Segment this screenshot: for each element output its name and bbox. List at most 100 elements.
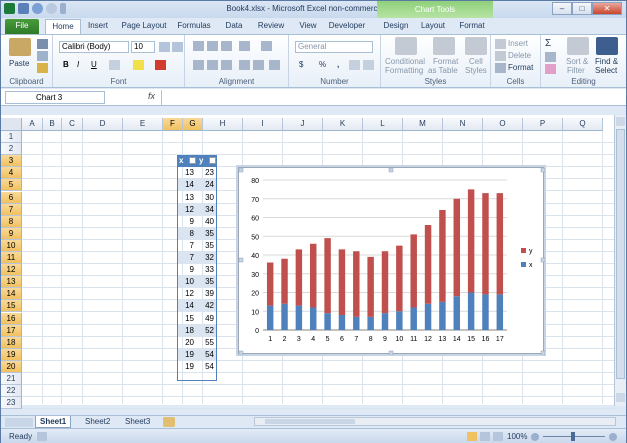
row-header-14[interactable]: 14 [1, 288, 22, 300]
delete-cells-button[interactable]: Delete [508, 51, 531, 60]
sort-filter-icon[interactable] [567, 37, 589, 55]
row-header-2[interactable]: 2 [1, 143, 22, 155]
tab-home[interactable]: Home [45, 19, 81, 34]
row-header-16[interactable]: 16 [1, 313, 22, 325]
tab-data[interactable]: Data [221, 19, 247, 34]
copy-icon[interactable] [37, 51, 48, 61]
align-bottom-icon[interactable] [221, 41, 232, 51]
column-header-d[interactable]: D [83, 118, 123, 131]
row-header-8[interactable]: 8 [1, 216, 22, 228]
decrease-indent-icon[interactable] [239, 60, 250, 70]
sheet-tab-sheet2[interactable]: Sheet2 [81, 416, 114, 428]
cell-styles-icon[interactable] [465, 37, 487, 55]
normal-view-icon[interactable] [467, 432, 477, 441]
insert-function-button[interactable]: fx [148, 91, 155, 101]
font-name-select[interactable]: Calibri (Body) [59, 41, 129, 53]
tab-design[interactable]: Design [381, 19, 411, 34]
row-header-3[interactable]: 3 [1, 155, 22, 167]
find-select-label-1[interactable]: Find & [595, 57, 618, 66]
column-header-f[interactable]: F [163, 118, 183, 131]
row-header-15[interactable]: 15 [1, 300, 22, 312]
chart-3[interactable]: 0 10 20 30 40 50 60 70 80 1 2 3 4 5 6 7 8 9 10 11 12 13 14 15 16… [238, 167, 546, 356]
format-painter-icon[interactable] [37, 63, 48, 73]
zoom-slider-handle[interactable] [571, 432, 575, 441]
row-header-7[interactable]: 7 [1, 204, 22, 216]
italic-button[interactable]: I [77, 60, 79, 69]
zoom-level[interactable]: 100% [507, 432, 527, 441]
sort-filter-label-1[interactable]: Sort & [566, 57, 588, 66]
row-header-21[interactable]: 21 [1, 373, 22, 385]
row-header-1[interactable]: 1 [1, 131, 22, 143]
tab-review[interactable]: Review [255, 19, 287, 34]
macro-recording-icon[interactable] [37, 432, 47, 441]
sort-filter-label-2[interactable]: Filter [567, 66, 585, 75]
percent-button[interactable]: % [319, 60, 326, 69]
format-as-table-label-1[interactable]: Format [433, 57, 458, 66]
row-header-11[interactable]: 11 [1, 252, 22, 264]
tab-insert[interactable]: Insert [83, 19, 113, 34]
column-header-i[interactable]: I [243, 118, 283, 131]
zoom-out-icon[interactable] [531, 433, 539, 441]
align-top-icon[interactable] [193, 41, 204, 51]
column-header-o[interactable]: O [483, 118, 523, 131]
row-header-13[interactable]: 13 [1, 276, 22, 288]
insert-cells-icon[interactable] [495, 39, 506, 49]
column-header-c[interactable]: C [62, 118, 83, 131]
column-header-l[interactable]: L [363, 118, 403, 131]
merge-center-icon[interactable] [269, 60, 280, 70]
vertical-scrollbar[interactable] [614, 115, 626, 406]
align-middle-icon[interactable] [207, 41, 218, 51]
sheet-nav-arrows-icon[interactable] [5, 418, 33, 427]
column-header-g[interactable]: G [183, 118, 203, 131]
horizontal-scrollbar[interactable] [254, 417, 616, 426]
column-header-h[interactable]: H [203, 118, 243, 131]
cell-styles-label-1[interactable]: Cell [469, 57, 483, 66]
scroll-down-icon[interactable] [616, 393, 625, 402]
paste-button[interactable]: Paste [9, 59, 29, 68]
row-header-19[interactable]: 19 [1, 349, 22, 361]
column-header-p[interactable]: P [523, 118, 563, 131]
paste-icon[interactable] [9, 38, 31, 56]
tab-formulas[interactable]: Formulas [175, 19, 213, 34]
autosum-icon[interactable]: Σ [545, 38, 551, 49]
tab-page-layout[interactable]: Page Layout [119, 19, 169, 34]
close-button[interactable]: ✕ [592, 2, 622, 15]
column-header-n[interactable]: N [443, 118, 483, 131]
vertical-scroll-thumb[interactable] [616, 129, 625, 379]
row-header-23[interactable]: 23 [1, 397, 22, 409]
font-size-select[interactable]: 10 [131, 41, 155, 53]
row-header-9[interactable]: 9 [1, 228, 22, 240]
decrease-decimal-icon[interactable] [363, 60, 374, 70]
find-select-label-2[interactable]: Select [595, 66, 617, 75]
tab-view[interactable]: View [295, 19, 321, 34]
shrink-font-icon[interactable] [172, 42, 183, 52]
cell-styles-label-2[interactable]: Styles [465, 66, 487, 75]
fill-icon[interactable] [545, 52, 556, 62]
format-as-table-label-2[interactable]: as Table [428, 66, 458, 75]
page-layout-view-icon[interactable] [480, 432, 490, 441]
row-header-5[interactable]: 5 [1, 179, 22, 191]
wrap-text-icon[interactable] [261, 41, 272, 51]
tab-layout[interactable]: Layout [419, 19, 447, 34]
column-header-b[interactable]: B [43, 118, 62, 131]
comma-button[interactable]: , [337, 60, 339, 69]
row-header-4[interactable]: 4 [1, 167, 22, 179]
format-cells-icon[interactable] [495, 63, 506, 73]
row-header-20[interactable]: 20 [1, 361, 22, 373]
tab-file[interactable]: File [5, 19, 39, 34]
borders-icon[interactable] [109, 60, 120, 70]
font-color-icon[interactable] [155, 60, 166, 70]
sheet-tab-sheet3[interactable]: Sheet3 [121, 416, 154, 428]
conditional-formatting-label-2[interactable]: Formatting [385, 66, 423, 75]
underline-button[interactable]: U [91, 60, 97, 69]
horizontal-scroll-thumb[interactable] [265, 419, 355, 424]
page-break-view-icon[interactable] [493, 432, 503, 441]
format-as-table-icon[interactable] [433, 37, 455, 55]
scroll-up-icon[interactable] [616, 117, 625, 126]
insert-sheet-icon[interactable] [163, 417, 175, 427]
find-select-icon[interactable] [596, 37, 618, 55]
increase-indent-icon[interactable] [253, 60, 264, 70]
row-header-22[interactable]: 22 [1, 385, 22, 397]
column-header-e[interactable]: E [123, 118, 163, 131]
column-header-q[interactable]: Q [563, 118, 603, 131]
